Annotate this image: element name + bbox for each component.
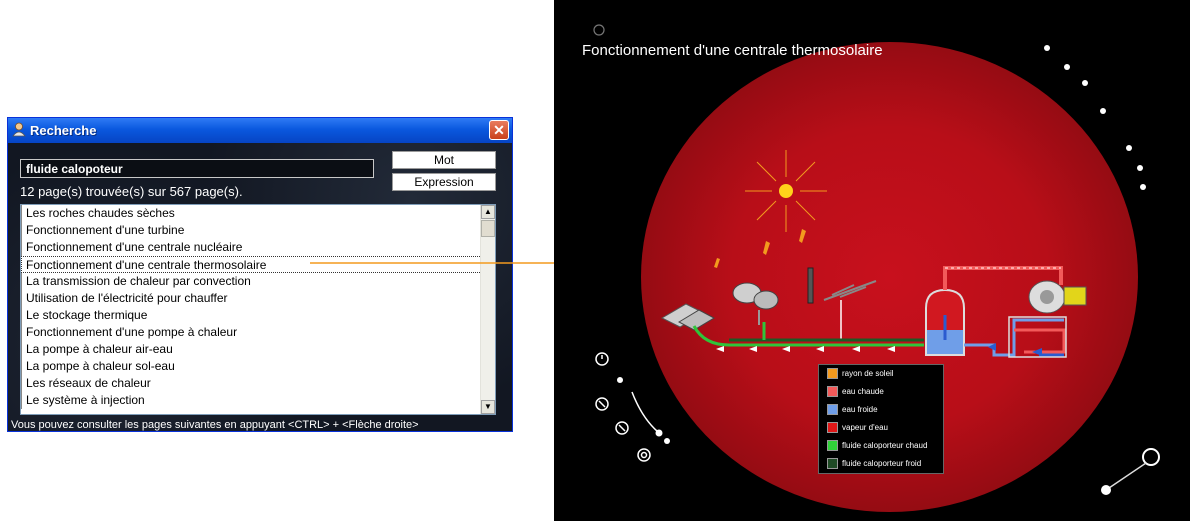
legend-item: fluide caloporteur froid [827,457,921,471]
legend-item: fluide caloporteur chaud [827,439,927,453]
animation-title: Fonctionnement d'une centrale thermosola… [582,42,883,59]
legend-item: eau froide [827,403,878,417]
sun-icon [745,150,827,232]
nav-icons [595,352,659,462]
legend-item: vapeur d'eau [827,421,888,435]
legend-item: eau chaude [827,385,884,399]
zoom-icons [1101,448,1160,495]
animation-panel: Fonctionnement d'une centrale thermosola… [554,0,1190,521]
legend-item: rayon de soleil [827,367,894,381]
turbine-icon [1028,280,1087,314]
legend: rayon de soleil eau chaude eau froide va… [818,364,944,474]
storage-tank [925,288,965,356]
